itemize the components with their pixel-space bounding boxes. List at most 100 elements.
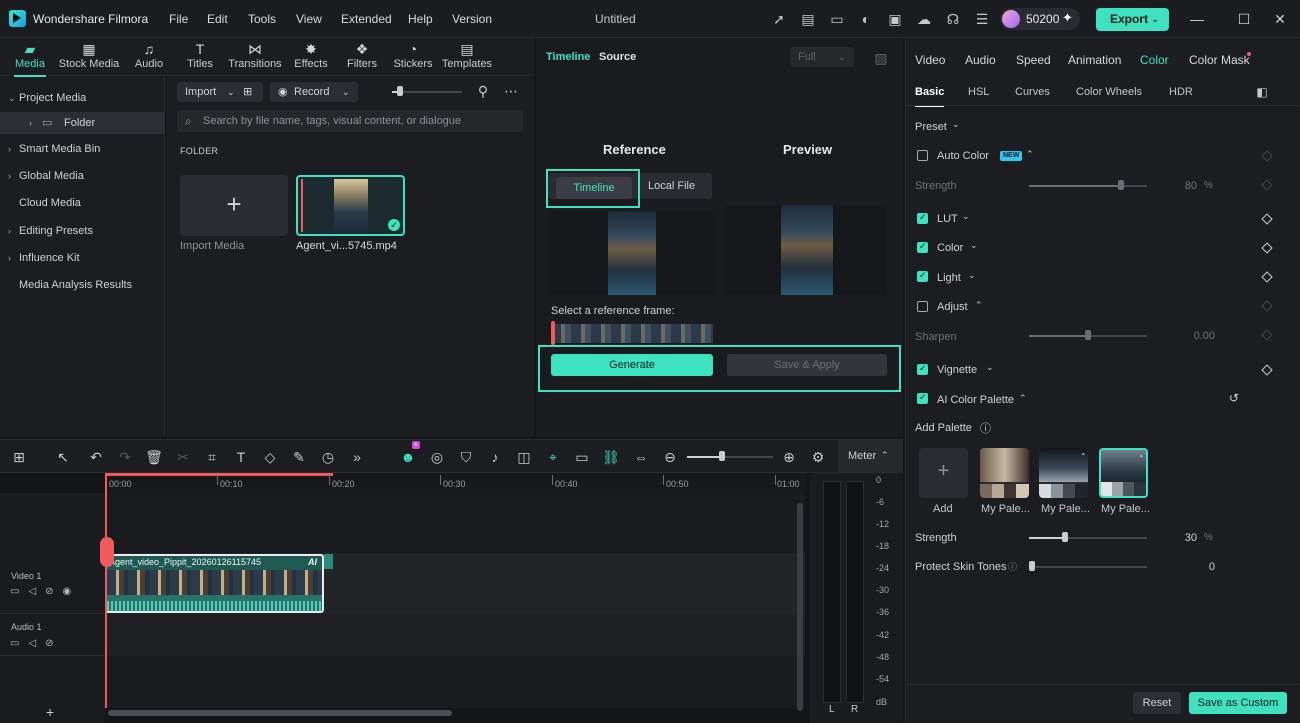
sidebar-item-influence-kit[interactable]: › Influence Kit <box>0 247 165 269</box>
sidebar-item-media-analysis[interactable]: Media Analysis Results <box>0 274 165 296</box>
add-palette-tile[interactable]: + <box>919 448 968 498</box>
menu-tools[interactable]: Tools <box>248 12 276 26</box>
more-options-icon[interactable]: ⋯ <box>502 82 520 100</box>
speaker-icon[interactable]: ◁ <box>28 586 45 597</box>
shape-icon[interactable]: ◇ <box>261 448 279 466</box>
snapshot-icon[interactable]: ▨ <box>872 49 890 67</box>
save-as-custom-button[interactable]: Save as Custom <box>1189 692 1287 714</box>
player-tab-timeline[interactable]: Timeline <box>546 51 590 63</box>
timeline-horizontal-scrollbar[interactable] <box>108 710 452 716</box>
auto-strength-slider[interactable] <box>1029 185 1147 187</box>
auto-strength-knob[interactable] <box>1118 180 1124 190</box>
lock-icon[interactable]: ⊘ <box>45 586 62 597</box>
import-dropdown[interactable]: Import ⌄ ⊞ <box>177 82 263 102</box>
subtab-basic[interactable]: Basic <box>915 86 945 107</box>
timeline-zoom-slider[interactable] <box>687 456 773 458</box>
menu-edit[interactable]: Edit <box>207 12 228 26</box>
playhead-handle[interactable] <box>100 537 114 567</box>
chevron-up-icon[interactable]: ⌃ <box>1019 393 1027 404</box>
palette-tile-1[interactable] <box>980 448 1029 498</box>
sidebar-item-folder[interactable]: › ▭ Folder <box>0 112 165 134</box>
player-tab-source[interactable]: Source <box>599 51 636 63</box>
preset-label[interactable]: Preset <box>915 121 947 133</box>
tab-transitions[interactable]: ⋈ Transitions <box>226 41 284 75</box>
protect-skin-slider[interactable] <box>1029 566 1147 568</box>
chevron-up-icon[interactable]: ⌃ <box>1026 149 1034 160</box>
audio-mix-icon[interactable]: ♪ <box>486 448 504 466</box>
compare-view-icon[interactable]: ◧ <box>1253 83 1271 101</box>
layout-grid-icon[interactable]: ⊞ <box>10 448 28 466</box>
palette-tile-3[interactable]: ◔ <box>1099 448 1148 498</box>
menu-list-icon[interactable]: ☰ <box>973 10 991 28</box>
palette-strength-value[interactable]: 30 <box>1157 532 1197 544</box>
palette-strength-knob[interactable] <box>1062 532 1068 542</box>
tab-stickers[interactable]: ◔ Stickers <box>391 41 435 75</box>
undo-icon[interactable]: ↶ <box>87 448 105 466</box>
quality-select[interactable]: Full ⌄ <box>790 47 854 67</box>
export-button[interactable]: Export ⌄ <box>1096 8 1169 31</box>
media-clip-tile[interactable]: ✓ <box>296 175 405 236</box>
chevron-up-icon[interactable]: ⌃ <box>975 300 983 311</box>
chevron-down-icon[interactable]: ⌄ <box>970 240 978 251</box>
tab-templates[interactable]: ▤ Templates <box>441 41 493 75</box>
tab-effects[interactable]: ✸ Effects <box>291 41 331 75</box>
select-arrow-icon[interactable]: ↖ <box>54 448 72 466</box>
sharpen-knob[interactable] <box>1085 330 1091 340</box>
sidebar-item-project-media[interactable]: ⌄ Project Media <box>0 87 165 109</box>
send-feedback-icon[interactable]: ➚ <box>770 10 788 28</box>
close-icon[interactable]: ✕ <box>1271 10 1289 28</box>
tab-audio[interactable]: ♫ Audio <box>130 41 168 75</box>
menu-view[interactable]: View <box>296 12 322 26</box>
protect-skin-knob[interactable] <box>1029 561 1035 571</box>
sidebar-item-editing-presets[interactable]: › Editing Presets <box>0 220 165 242</box>
link-icon[interactable]: ⛓ <box>602 448 620 466</box>
adjust-checkbox[interactable] <box>917 301 928 312</box>
menu-file[interactable]: File <box>169 12 188 26</box>
tab-video[interactable]: Video <box>915 53 945 67</box>
reset-rotate-icon[interactable]: ↺ <box>1229 391 1239 405</box>
tab-speed[interactable]: Speed <box>1016 53 1051 67</box>
chevron-down-icon[interactable]: ⌄ <box>962 211 970 222</box>
split-screen-icon[interactable]: ◫ <box>515 448 533 466</box>
render-icon[interactable]: ◎ <box>428 448 446 466</box>
reset-button[interactable]: Reset <box>1133 692 1181 714</box>
tab-stock-media[interactable]: ▦ Stock Media <box>56 41 122 75</box>
fit-width-icon[interactable]: ⇔ <box>632 448 650 466</box>
meter-header[interactable]: Meter ⌃ <box>838 439 903 473</box>
palette-tile-2[interactable]: ◔ <box>1039 448 1088 498</box>
snap-icon[interactable]: ⌖ <box>544 448 562 466</box>
help-circle-icon[interactable]: ⓘ <box>1008 560 1017 573</box>
menu-version[interactable]: Version <box>452 12 492 26</box>
tab-color-mask[interactable]: Color Mask <box>1189 53 1250 67</box>
video-clip[interactable]: Agent_video_Pippit_20260126115745 AI <box>105 554 324 613</box>
subtab-color-wheels[interactable]: Color Wheels <box>1076 86 1142 98</box>
chevron-down-icon[interactable]: ⌄ <box>968 270 976 281</box>
ai-mate-icon[interactable]: ☻ <box>399 448 417 466</box>
zoom-in-icon[interactable]: ⊕ <box>780 448 798 466</box>
protect-skin-value[interactable]: 0 <box>1175 561 1215 573</box>
sharpen-value[interactable]: 0.00 <box>1175 330 1215 342</box>
sidebar-item-smart-media-bin[interactable]: › Smart Media Bin <box>0 138 165 160</box>
settings-gear-icon[interactable]: ⚙ <box>809 448 827 466</box>
save-icon[interactable]: ▣ <box>886 10 904 28</box>
reference-frame-strip[interactable] <box>551 321 713 345</box>
tab-animation[interactable]: Animation <box>1068 53 1121 67</box>
auto-color-checkbox[interactable] <box>917 150 928 161</box>
lut-checkbox[interactable] <box>917 212 928 224</box>
folder-icon[interactable]: ▭ <box>10 638 28 649</box>
vignette-checkbox[interactable] <box>917 363 928 375</box>
record-dropdown[interactable]: ◉ Record ⌄ <box>270 82 358 102</box>
subtab-hdr[interactable]: HDR <box>1169 86 1193 98</box>
redo-icon[interactable]: ↷ <box>116 448 134 466</box>
screen-record-icon[interactable]: ◐ <box>857 10 875 28</box>
playhead[interactable] <box>105 473 107 708</box>
timeline-vertical-scrollbar[interactable] <box>797 503 803 711</box>
captions-icon[interactable]: ▭ <box>573 448 591 466</box>
maximize-icon[interactable]: ☐ <box>1235 10 1253 28</box>
text-icon[interactable]: T <box>232 448 250 466</box>
tab-color[interactable]: Color <box>1140 53 1169 67</box>
shield-icon[interactable]: ⛉ <box>457 448 475 466</box>
subtab-curves[interactable]: Curves <box>1015 86 1050 98</box>
cloud-upload-icon[interactable]: ☁ <box>915 10 933 28</box>
add-track-plus-icon[interactable]: + <box>46 704 54 720</box>
